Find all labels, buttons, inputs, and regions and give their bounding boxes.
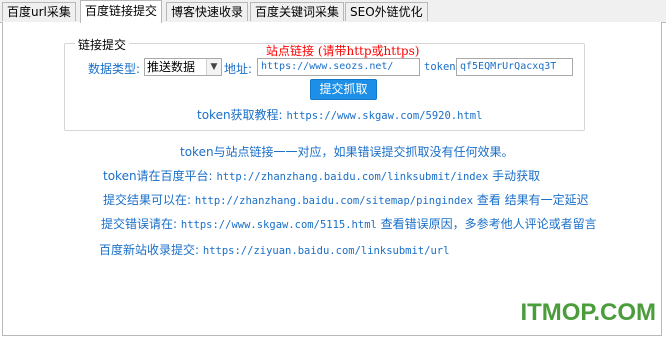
info-line-5-link[interactable]: https://ziyuan.baidu.com/linksubmit/url bbox=[203, 245, 450, 257]
data-type-select[interactable]: 推送数据 ▼ bbox=[144, 58, 222, 76]
info-line-4: 提交错误请在: https://www.skgaw.com/5115.html … bbox=[101, 215, 597, 232]
data-type-selected-value: 推送数据 bbox=[147, 60, 196, 74]
tab-bar: 百度url采集 百度链接提交 博客快速收录 百度关键词采集 SEO外链优化 bbox=[0, 0, 666, 23]
info-line-5: 百度新站收录提交: https://ziyuan.baidu.com/links… bbox=[99, 241, 449, 258]
info-line-2-suffix: 手动获取 bbox=[492, 169, 541, 183]
tab-baidu-keyword-collect[interactable]: 百度关键词采集 bbox=[250, 2, 345, 21]
address-input[interactable]: https://www.seozs.net/ bbox=[257, 58, 420, 76]
tutorial-label: token获取教程: bbox=[197, 108, 283, 122]
groupbox-legend: 链接提交 bbox=[75, 36, 130, 53]
info-line-5-label: 百度新站收录提交: bbox=[99, 243, 200, 257]
data-type-label: 数据类型: bbox=[88, 62, 141, 76]
tutorial-line: token获取教程: https://www.skgaw.com/5920.ht… bbox=[197, 106, 482, 123]
info-line-3-suffix: 查看 结果有一定延迟 bbox=[476, 193, 589, 207]
info-line-4-suffix: 查看错误原因，多参考他人评论或者留言 bbox=[380, 217, 597, 231]
chevron-down-icon: ▼ bbox=[206, 59, 221, 75]
info-line-2: token请在百度平台: http://zhanzhang.baidu.com/… bbox=[103, 167, 540, 184]
info-line-1: token与站点链接一一对应，如果错误提交抓取没有任何效果。 bbox=[180, 145, 514, 159]
tab-baidu-url-collect[interactable]: 百度url采集 bbox=[2, 2, 76, 21]
submit-crawl-button[interactable]: 提交抓取 bbox=[310, 79, 377, 100]
itmop-watermark-logo: ITMOP.COM bbox=[520, 299, 656, 326]
tab-baidu-link-submit[interactable]: 百度链接提交 bbox=[80, 0, 163, 23]
info-line-4-label: 提交错误请在: bbox=[101, 217, 178, 231]
info-line-2-label: token请在百度平台: bbox=[103, 169, 213, 183]
tutorial-link[interactable]: https://www.skgaw.com/5920.html bbox=[286, 110, 482, 122]
address-label: 地址: bbox=[224, 62, 253, 76]
site-link-hint: 站点链接 (请带http或https) bbox=[266, 44, 420, 58]
tab-blog-fast-index[interactable]: 博客快速收录 bbox=[166, 2, 249, 21]
info-line-2-link[interactable]: http://zhanzhang.baidu.com/linksubmit/in… bbox=[216, 171, 488, 183]
info-line-3-label: 提交结果可以在: bbox=[103, 193, 192, 207]
tab-seo-backlink[interactable]: SEO外链优化 bbox=[345, 2, 428, 21]
token-input[interactable]: qf5EQMrUrQacxq3T bbox=[456, 58, 573, 76]
info-line-3: 提交结果可以在: http://zhanzhang.baidu.com/site… bbox=[103, 191, 589, 208]
info-line-4-link[interactable]: https://www.skgaw.com/5115.html bbox=[181, 219, 377, 231]
info-line-3-link[interactable]: http://zhanzhang.baidu.com/sitemap/pingi… bbox=[195, 195, 473, 207]
